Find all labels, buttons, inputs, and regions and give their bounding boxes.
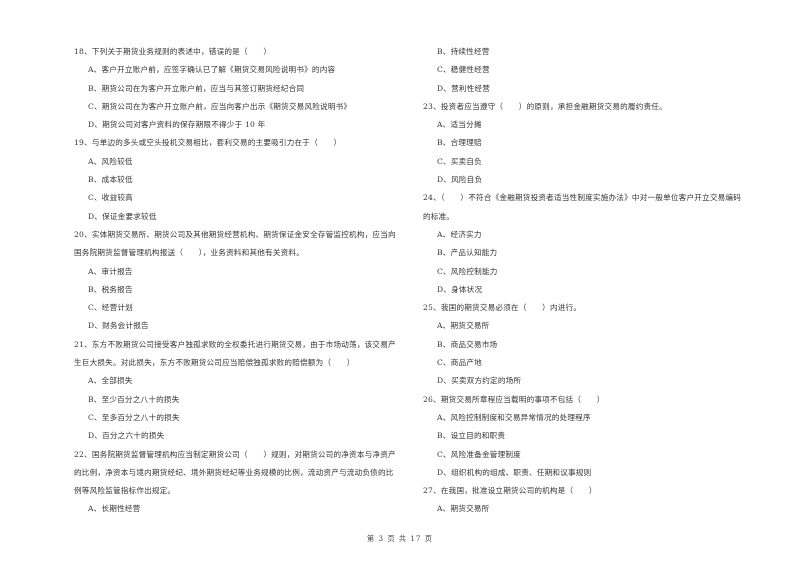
question-18: 18、下列关于期货业务规则的表述中，错误的是（ ） A、客户开立账户前，应签字确… bbox=[74, 43, 414, 134]
option-c: C、期货公司在为客户开立账户前，应当向客户出示《期货交易风险说明书》 bbox=[88, 101, 352, 111]
option-d: D、保证金要求较低 bbox=[88, 211, 157, 221]
option-d: D、营利性经营 bbox=[437, 83, 491, 93]
question-23: 23、投资者应当遵守（ ）的原则，承担金融期货交易的履约责任。 A、适当分摊 B… bbox=[423, 98, 763, 189]
question-stem-continued: 的标准。 bbox=[423, 211, 455, 221]
question-stem-continued: 的比例，净资本与境内期货经纪、境外期货经纪等业务规模的比例，流动资产与流动负债的… bbox=[74, 467, 394, 477]
option-b: B、成本较低 bbox=[88, 175, 133, 185]
option-c: C、风险控制能力 bbox=[437, 266, 498, 276]
question-27: 27、在我国，批准设立期货公司的机构是（ ） A、期货交易所 bbox=[423, 482, 763, 519]
question-26: 26、期货交易所章程应当载明的事项不包括（ ） A、风险控制制度和交易异常情况的… bbox=[423, 391, 763, 482]
option-a: A、期货交易所 bbox=[437, 321, 490, 331]
question-stem: 27、在我国，批准设立期货公司的机构是（ ） bbox=[423, 486, 597, 496]
question-22-continued: B、持续性经营 C、稳健性经营 D、营利性经营 bbox=[423, 43, 763, 98]
question-25: 25、我国的期货交易必须在（ ）内进行。 A、期货交易所 B、商品交易市场 C、… bbox=[423, 299, 763, 390]
question-stem: 20、实体期货交易所、期货公司及其他期货经营机构、期货保证金安全存管监控机构，应… bbox=[74, 229, 396, 239]
option-a: A、经济实力 bbox=[437, 229, 482, 239]
question-20: 20、实体期货交易所、期货公司及其他期货经营机构、期货保证金安全存管监控机构，应… bbox=[74, 226, 414, 336]
page-number-footer: 第 3 页 共 17 页 bbox=[367, 534, 433, 543]
option-b: B、持续性经营 bbox=[437, 47, 490, 56]
question-22: 22、国务院期货监督管理机构应当制定期货公司（ ）规则，对期货公司的净资本与净资… bbox=[74, 446, 414, 519]
option-a: A、全部损失 bbox=[88, 376, 133, 386]
question-24: 24、（ ）不符合《金融期货投资者适当性制度实施办法》中对一般单位客户开立交易编… bbox=[423, 189, 763, 299]
option-b: B、商品交易市场 bbox=[437, 339, 498, 349]
question-stem: 22、国务院期货监督管理机构应当制定期货公司（ ）规则，对期货公司的净资本与净资… bbox=[74, 449, 396, 459]
option-d: D、财务会计报告 bbox=[88, 321, 149, 331]
question-stem: 25、我国的期货交易必须在（ ）内进行。 bbox=[423, 303, 582, 313]
option-b: B、合理理赔 bbox=[437, 138, 482, 148]
option-d: D、风险自负 bbox=[437, 175, 483, 185]
option-b: B、产品认知能力 bbox=[437, 248, 498, 258]
option-b: B、税务报告 bbox=[88, 284, 133, 294]
question-stem: 23、投资者应当遵守（ ）的原则，承担金融期货交易的履约责任。 bbox=[423, 101, 667, 111]
option-a: A、审计报告 bbox=[88, 266, 133, 276]
option-c: C、稳健性经营 bbox=[437, 65, 490, 75]
option-c: C、商品产地 bbox=[437, 358, 482, 368]
question-stem: 24、（ ）不符合《金融期货投资者适当性制度实施办法》中对一般单位客户开立交易编… bbox=[423, 193, 742, 203]
option-d: D、身体状况 bbox=[437, 284, 483, 294]
option-a: A、风险较低 bbox=[88, 156, 133, 166]
question-stem-continued: 例等风险监管指标作出规定。 bbox=[74, 486, 176, 496]
option-b: B、至少百分之八十的损失 bbox=[88, 394, 180, 404]
option-a: A、风险控制制度和交易异常情况的处理程序 bbox=[437, 412, 591, 422]
question-stem-continued: 生巨大损失。对此损失，东方不败期货公司应当赔偿独孤求败的赔偿额为（ ） bbox=[74, 358, 355, 368]
option-d: D、组织机构的组成、职责、任期和议事规则 bbox=[437, 467, 592, 477]
question-stem: 26、期货交易所章程应当载明的事项不包括（ ） bbox=[423, 394, 605, 404]
question-stem-continued: 国务院期货监督管理机构报送（ ），业务资料和其他有关资料。 bbox=[74, 248, 305, 258]
option-c: C、经营计划 bbox=[88, 303, 133, 313]
option-a: A、客户开立账户前，应签字确认已了解《期货交易风险说明书》的内容 bbox=[88, 65, 336, 75]
question-19: 19、与单边的多头或空头投机交易相比，套利交易的主要吸引力在于（ ） A、风险较… bbox=[74, 134, 414, 225]
option-c: C、收益较高 bbox=[88, 193, 133, 203]
question-stem: 21、东方不败期货公司接受客户独孤求败的全权委托进行期货交易，由于市场动荡，该交… bbox=[74, 339, 396, 349]
right-column: B、持续性经营 C、稳健性经营 D、营利性经营 23、投资者应当遵守（ ）的原则… bbox=[423, 43, 763, 519]
option-a: A、适当分摊 bbox=[437, 120, 482, 130]
question-21: 21、东方不败期货公司接受客户独孤求败的全权委托进行期货交易，由于市场动荡，该交… bbox=[74, 336, 414, 446]
question-stem: 19、与单边的多头或空头投机交易相比，套利交易的主要吸引力在于（ ） bbox=[74, 138, 342, 148]
option-d: D、期货公司对客户资料的保存期限不得少于 10 年 bbox=[88, 120, 266, 130]
option-a: A、长期性经营 bbox=[88, 504, 141, 514]
option-c: C、风险准备金管理制度 bbox=[437, 449, 521, 459]
option-c: C、至多百分之八十的损失 bbox=[88, 412, 180, 422]
option-a: A、期货交易所 bbox=[437, 504, 490, 514]
option-d: D、百分之六十的损失 bbox=[88, 431, 165, 441]
option-d: D、买卖双方约定的场所 bbox=[437, 376, 522, 386]
question-stem: 18、下列关于期货业务规则的表述中，错误的是（ ） bbox=[74, 47, 272, 56]
option-b: B、期货公司在为客户开立账户前，应当与其签订期货经纪合同 bbox=[88, 83, 305, 93]
option-c: C、买卖自负 bbox=[437, 156, 482, 166]
option-b: B、设立目的和职责 bbox=[437, 431, 506, 441]
left-column: 18、下列关于期货业务规则的表述中，错误的是（ ） A、客户开立账户前，应签字确… bbox=[74, 43, 414, 519]
